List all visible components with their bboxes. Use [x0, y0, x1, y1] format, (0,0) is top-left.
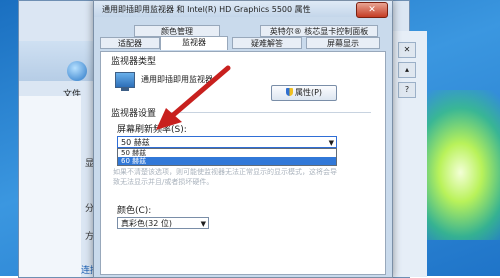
chevron-down-icon: ▼ — [200, 220, 206, 228]
tab-bar: 颜色管理 英特尔® 核芯显卡控制面板 适配器 监视器 疑难解答 屏幕显示 — [100, 23, 386, 53]
refresh-warning-text: 如果不清楚该选项，则可能使监视器无法正常显示的显示模式，这将会导致无法显示并且/… — [113, 168, 337, 186]
monitor-tab-panel: 监视器类型 通用即插即用监视器 属性(P) 监视器设置 屏幕刷新频率(S): 5… — [100, 51, 386, 275]
monitor-icon — [115, 72, 135, 91]
monitor-type-label: 监视器类型 — [111, 57, 157, 67]
tab-screen-display[interactable]: 屏幕显示 — [306, 37, 380, 49]
tab-troubleshoot[interactable]: 疑难解答 — [232, 37, 302, 49]
shield-icon — [285, 88, 293, 96]
refresh-rate-select[interactable]: 50 赫兹 ▼ — [117, 136, 337, 148]
background-close-button[interactable]: ✕ — [398, 42, 416, 58]
monitor-name: 通用即插即用监视器 — [141, 75, 213, 84]
refresh-option-60[interactable]: 60 赫兹 — [118, 157, 336, 165]
refresh-rate-label: 屏幕刷新频率(S): — [117, 125, 187, 135]
group-divider — [171, 112, 371, 113]
close-button[interactable]: ✕ — [356, 2, 388, 18]
color-depth-value: 真彩色(32 位) — [121, 219, 172, 228]
dialog-title: 通用即插即用监视器 和 Intel(R) HD Graphics 5500 属性 — [102, 5, 311, 14]
refresh-rate-dropdown: 50 赫兹 60 赫兹 — [117, 148, 337, 166]
monitor-settings-label: 监视器设置 — [111, 109, 157, 119]
properties-dialog: 通用即插即用监视器 和 Intel(R) HD Graphics 5500 属性… — [93, 0, 393, 278]
properties-button[interactable]: 属性(P) — [271, 85, 337, 101]
back-arrow-icon[interactable] — [67, 61, 87, 81]
background-sidebar — [19, 96, 81, 277]
color-label: 颜色(C): — [117, 206, 152, 216]
background-scroll-button[interactable]: ▴ — [398, 62, 416, 78]
tab-monitor[interactable]: 监视器 — [160, 36, 228, 50]
color-depth-select[interactable]: 真彩色(32 位) ▼ — [117, 217, 209, 229]
properties-button-label: 属性(P) — [294, 88, 323, 97]
refresh-option-50[interactable]: 50 赫兹 — [118, 149, 336, 157]
tab-intel-graphics[interactable]: 英特尔® 核芯显卡控制面板 — [260, 25, 378, 37]
tab-adapter[interactable]: 适配器 — [100, 37, 160, 49]
background-help-button[interactable]: ? — [398, 82, 416, 98]
refresh-rate-value: 50 赫兹 — [121, 138, 150, 147]
dialog-titlebar[interactable]: 通用即插即用监视器 和 Intel(R) HD Graphics 5500 属性… — [94, 1, 392, 18]
